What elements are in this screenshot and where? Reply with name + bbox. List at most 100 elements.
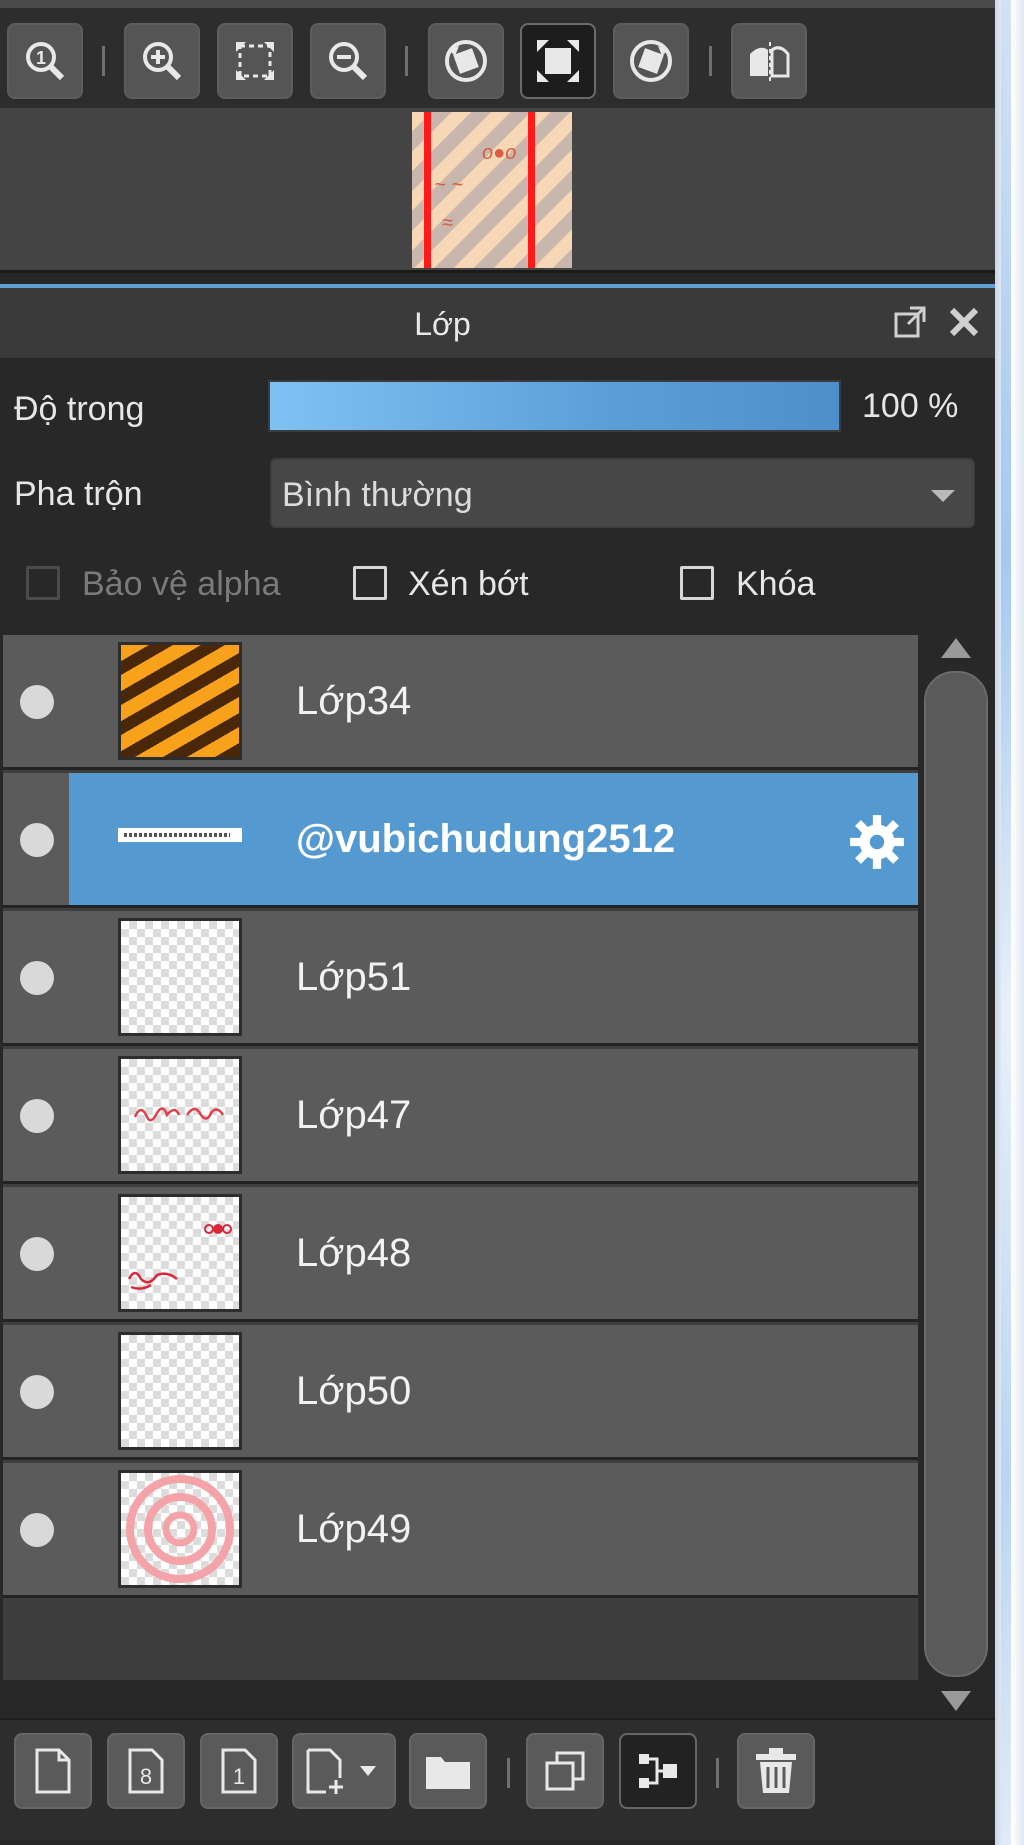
thumbnail-artwork: o●o [482, 142, 517, 164]
zoom-out-icon [329, 42, 368, 81]
thumbnail-artwork [133, 1107, 225, 1122]
new-layer-icon [35, 1748, 71, 1794]
gear-icon[interactable] [846, 811, 908, 873]
rotate-right-button[interactable] [613, 23, 689, 99]
thumbnail-artwork [127, 1224, 232, 1290]
layer-row[interactable]: Lớp49 [3, 1463, 918, 1598]
duplicate-layer-icon [545, 1751, 585, 1791]
opacity-label: Độ trong [14, 390, 145, 428]
fit-screen-button[interactable] [217, 23, 293, 99]
visibility-toggle[interactable] [20, 1513, 54, 1547]
layer-name: Lớp34 [296, 679, 412, 723]
layer-thumbnail [118, 642, 242, 760]
clipping-checkbox[interactable] [353, 566, 387, 600]
opacity-slider[interactable] [268, 380, 841, 432]
layer-panel-header: Lớp [0, 288, 995, 358]
blend-mode-label: Pha trộn [14, 475, 143, 513]
lock-label: Khóa [736, 565, 816, 603]
layer-thumbnail [118, 1332, 242, 1450]
svg-text:8: 8 [140, 1764, 152, 1789]
protect-alpha-label: Bảo vệ alpha [82, 565, 281, 603]
delete-layer-button[interactable] [737, 1733, 815, 1809]
delete-layer-icon [756, 1748, 796, 1793]
layer-name: Lớp51 [296, 955, 412, 999]
layer-thumbnail [118, 918, 242, 1036]
scrollbar-thumb[interactable] [924, 671, 988, 1677]
layer-row[interactable]: Lớp47 [3, 1049, 918, 1184]
layer-thumbnail [118, 1056, 242, 1174]
zoom-actual-button[interactable]: 1 [7, 23, 83, 99]
toolbar-separator [709, 46, 712, 76]
scroll-up-arrow[interactable] [941, 638, 971, 658]
toolbar-separator [507, 1758, 510, 1788]
new-layer-button[interactable] [14, 1733, 92, 1809]
visibility-toggle[interactable] [20, 961, 54, 995]
new-folder-button[interactable] [409, 1733, 487, 1809]
new-folder-icon [426, 1757, 470, 1789]
thumbnail-artwork [126, 1475, 234, 1583]
layer-name: Lớp50 [296, 1369, 412, 1413]
visibility-toggle[interactable] [20, 1237, 54, 1271]
view-frame-left[interactable] [424, 112, 431, 268]
merge-down-button[interactable] [619, 1733, 697, 1809]
visibility-toggle[interactable] [20, 685, 54, 719]
zoom-in-icon [143, 42, 182, 81]
scroll-down-arrow[interactable] [941, 1691, 971, 1711]
panel-title: Lớp [414, 306, 471, 342]
visibility-toggle[interactable] [20, 1099, 54, 1133]
layer-toolbar: 8 1 [0, 1718, 995, 1840]
layer-list[interactable]: Lớp34 @vubichudung2512 Lớp51 Lớp47 Lớp48… [3, 635, 918, 1680]
blend-mode-select[interactable]: Bình thường [270, 458, 975, 528]
toolbar-separator [405, 46, 408, 76]
rotate-right-icon [630, 40, 672, 82]
canvas-thumbnail[interactable]: ~ ~ o●o ≈ [412, 112, 572, 268]
layer-name: Lớp47 [296, 1093, 412, 1137]
zoom-actual-icon: 1 [26, 42, 65, 81]
add-layer-menu-button[interactable] [292, 1733, 396, 1809]
visibility-toggle[interactable] [20, 1375, 54, 1409]
duplicate-layer-button[interactable] [526, 1733, 604, 1809]
protect-alpha-checkbox[interactable] [26, 566, 60, 600]
layer-name: Lớp49 [296, 1507, 412, 1551]
rotate-left-button[interactable] [428, 23, 504, 99]
layer-thumbnail [118, 1194, 242, 1312]
navigator-preview[interactable]: ~ ~ o●o ≈ [0, 108, 995, 273]
visibility-toggle[interactable] [20, 823, 54, 857]
layer-name: @vubichudung2512 [296, 817, 676, 861]
layer-row[interactable]: Lớp51 [3, 911, 918, 1046]
fit-window-button[interactable] [520, 23, 596, 99]
layer-row[interactable]: Lớp48 [3, 1187, 918, 1322]
close-icon[interactable] [944, 302, 984, 342]
new-8bit-layer-button[interactable]: 8 [107, 1733, 185, 1809]
fit-window-icon [537, 40, 579, 82]
new-8bit-layer-icon: 8 [128, 1748, 164, 1794]
view-frame-right[interactable] [528, 112, 535, 268]
add-layer-menu-icon [306, 1748, 376, 1794]
svg-text:1: 1 [233, 1764, 245, 1789]
opacity-value: 100 % [862, 387, 959, 425]
layer-thumbnail [118, 1470, 242, 1588]
layer-row-selected[interactable]: @vubichudung2512 [3, 773, 918, 908]
thumbnail-artwork: ~ ~ [434, 174, 463, 196]
layer-row[interactable]: Lớp34 [3, 635, 918, 770]
flip-horizontal-button[interactable] [731, 23, 807, 99]
layer-row[interactable]: Lớp50 [3, 1325, 918, 1460]
svg-text:1: 1 [36, 48, 46, 68]
zoom-out-button[interactable] [310, 23, 386, 99]
toolbar-separator [102, 46, 105, 76]
thumbnail-artwork: ≈ [442, 212, 453, 234]
lock-checkbox[interactable] [680, 566, 714, 600]
chevron-down-icon [931, 490, 955, 502]
merge-down-icon [639, 1754, 677, 1788]
undock-icon[interactable] [890, 302, 930, 342]
new-1bit-layer-icon: 1 [221, 1748, 257, 1794]
fit-screen-icon [236, 42, 274, 80]
navigator-toolbar: 1 [0, 0, 995, 108]
window-edge [995, 0, 1024, 1845]
clipping-label: Xén bớt [408, 565, 529, 603]
opacity-slider-fill [270, 382, 839, 430]
new-1bit-layer-button[interactable]: 1 [200, 1733, 278, 1809]
toolbar-separator [716, 1758, 719, 1788]
zoom-in-button[interactable] [124, 23, 200, 99]
blend-mode-value: Bình thường [282, 476, 473, 514]
